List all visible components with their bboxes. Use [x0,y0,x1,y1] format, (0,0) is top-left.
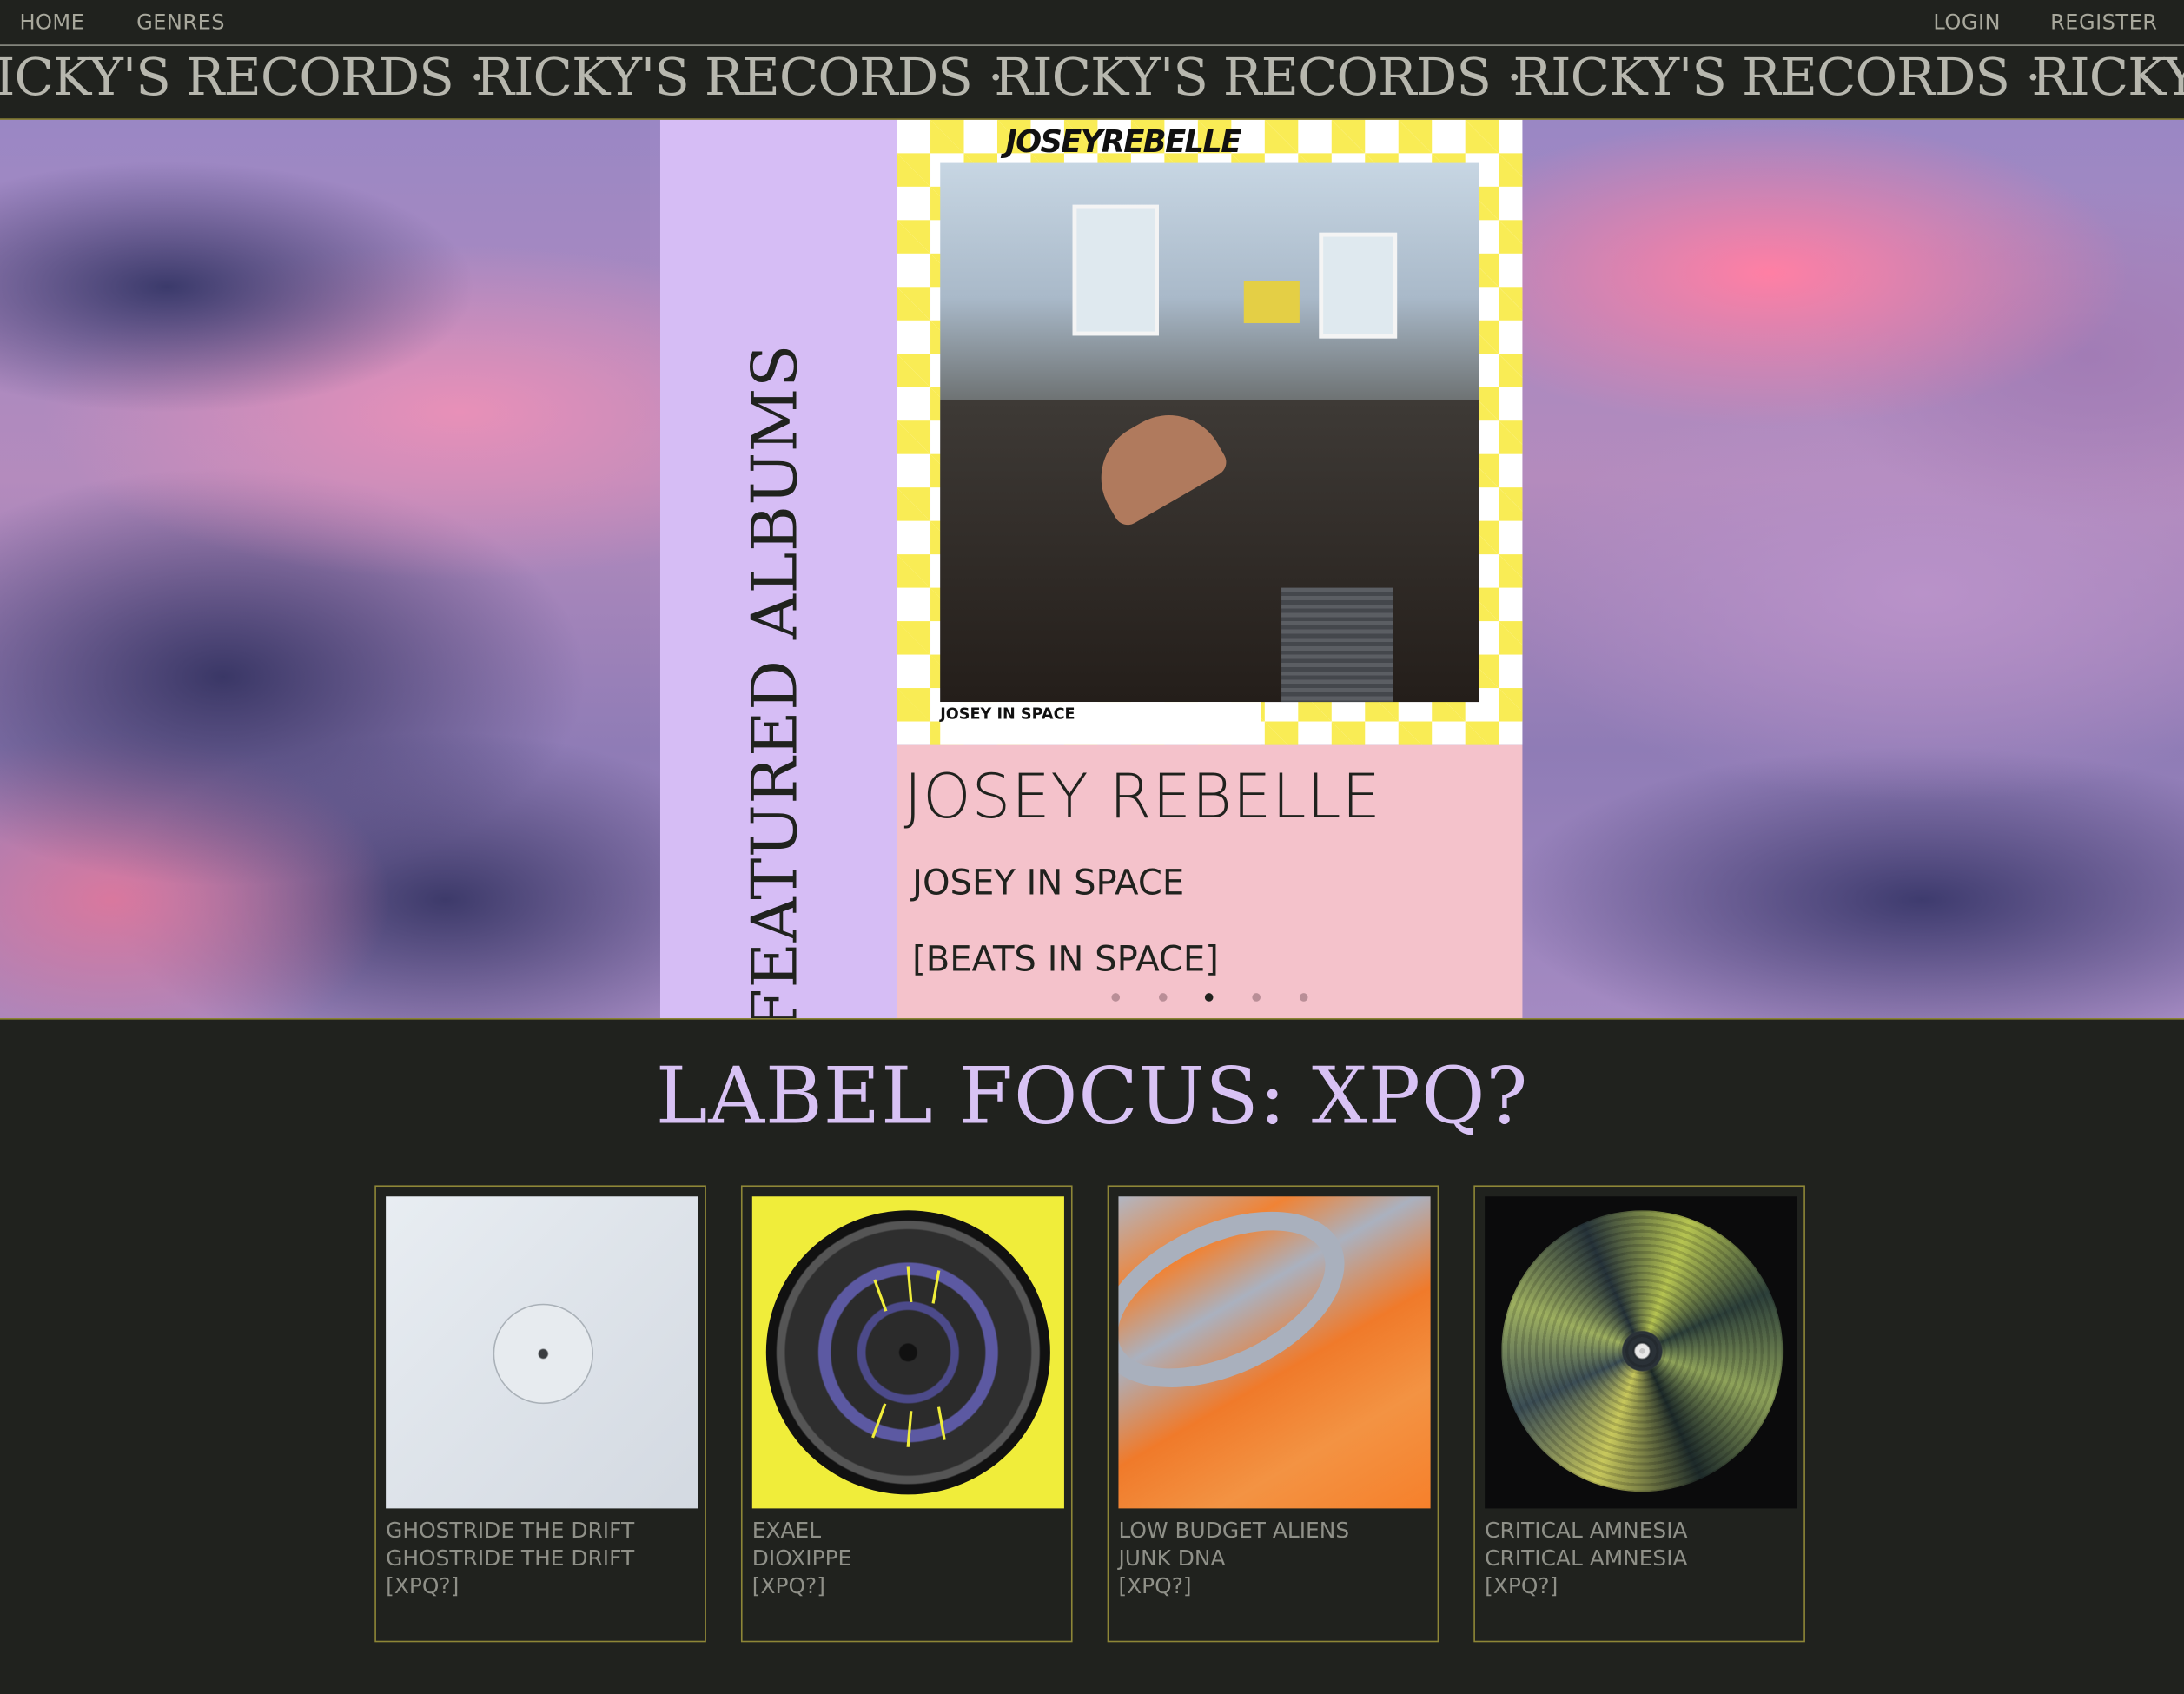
album-card-meta: CRITICAL AMNESIA CRITICAL AMNESIA [XPQ?] [1485,1517,1687,1600]
vinyl-record-shape [765,1210,1050,1495]
marquee-track: RICKY'S RECORDS · RICKY'S RECORDS · RICK… [0,46,2184,110]
nav-register-link[interactable]: REGISTER [2050,10,2157,35]
album-title: GHOSTRIDE THE DRIFT [386,1545,635,1572]
album-card-meta: GHOSTRIDE THE DRIFT GHOSTRIDE THE DRIFT … [386,1517,634,1600]
cover-caption-box: JOSEY IN SPACE [940,702,1261,745]
album-artist: CRITICAL AMNESIA [1485,1518,1688,1544]
featured-albums-heading: FEATURED ALBUMS [737,344,811,1019]
picture-disc-shape [1501,1210,1784,1492]
album-artist: GHOSTRIDE THE DRIFT [386,1518,635,1544]
album-artist: EXAEL [751,1518,822,1544]
page-root: HOME GENRES LOGIN REGISTER RICKY'S RECOR… [0,0,2184,1694]
featured-album-cover[interactable]: JOSEYREBELLE JOSEY IN SPACE [897,119,1523,745]
window-shape [1072,204,1159,336]
album-card[interactable]: EXAEL DIOXIPPE [XPQ?] [740,1185,1073,1643]
marquee-segment: RICKY'S RECORDS · [994,47,1522,108]
album-card-meta: LOW BUDGET ALIENS JUNK DNA [XPQ?] [1118,1517,1349,1600]
album-card[interactable]: LOW BUDGET ALIENS JUNK DNA [XPQ?] [1107,1185,1439,1643]
featured-title: JOSEY IN SPACE [912,862,1185,903]
hero-divider [0,1018,2184,1020]
site-name-marquee: RICKY'S RECORDS · RICKY'S RECORDS · RICK… [0,44,2184,120]
nav-login-link[interactable]: LOGIN [1933,10,2001,35]
album-card-meta: EXAEL DIOXIPPE [XPQ?] [752,1517,851,1600]
carousel-dot-4[interactable] [1252,993,1261,1002]
album-card[interactable]: CRITICAL AMNESIA CRITICAL AMNESIA [XPQ?] [1473,1185,1805,1643]
marquee-segment: RICKY'S RECORDS · [2031,47,2184,108]
hero-sky-background: FEATURED ALBUMS JOSEYREBELLE JOSEY IN SP… [0,119,2184,1019]
album-cover-yellow-vinyl[interactable] [751,1196,1064,1509]
album-title: CRITICAL AMNESIA [1485,1545,1688,1572]
featured-album-info: JOSEY REBELLE JOSEY IN SPACE [BEATS IN S… [897,744,1523,1019]
album-artist: LOW BUDGET ALIENS [1118,1518,1350,1544]
album-cover-picture-disc[interactable] [1485,1196,1797,1509]
nav-home-link[interactable]: HOME [19,10,84,35]
marquee-segment: RICKY'S RECORDS · [0,47,486,108]
carousel-dot-3[interactable] [1204,993,1214,1002]
swirl-shape [1118,1196,1373,1424]
window-shape [1319,232,1398,339]
album-cover-white-label-vinyl[interactable] [386,1196,698,1509]
carousel-dot-1[interactable] [1111,993,1121,1002]
album-label: [XPQ?] [1485,1573,1559,1599]
marquee-segment: RICKY'S RECORDS · [475,47,1003,108]
shop-sign-shape [1243,281,1300,323]
carousel-dot-2[interactable] [1158,993,1168,1002]
featured-artist: JOSEY REBELLE [903,762,1381,833]
album-cover-photo [940,162,1479,703]
label-focus-heading: LABEL FOCUS: XPQ? [655,1051,1529,1142]
vinyl-label-shape [493,1303,594,1405]
album-card[interactable]: GHOSTRIDE THE DRIFT GHOSTRIDE THE DRIFT … [374,1185,706,1643]
album-title: DIOXIPPE [751,1545,852,1572]
carousel-dots [897,993,1523,1007]
cover-signature: JOSEYREBELLE [1005,125,1242,161]
album-title: JUNK DNA [1118,1545,1226,1572]
album-label: [XPQ?] [1118,1573,1192,1599]
album-label: [XPQ?] [386,1573,460,1599]
album-label: [XPQ?] [751,1573,825,1599]
featured-label: [BEATS IN SPACE] [912,938,1219,980]
top-nav: HOME GENRES LOGIN REGISTER [0,0,2184,45]
shutter-shape [1281,587,1393,703]
marquee-segment: RICKY'S RECORDS · [1512,47,2041,108]
cover-caption: JOSEY IN SPACE [940,705,1075,724]
nav-genres-link[interactable]: GENRES [136,10,225,35]
album-cover-orange-abstract[interactable] [1118,1196,1431,1509]
carousel-dot-5[interactable] [1299,993,1308,1002]
